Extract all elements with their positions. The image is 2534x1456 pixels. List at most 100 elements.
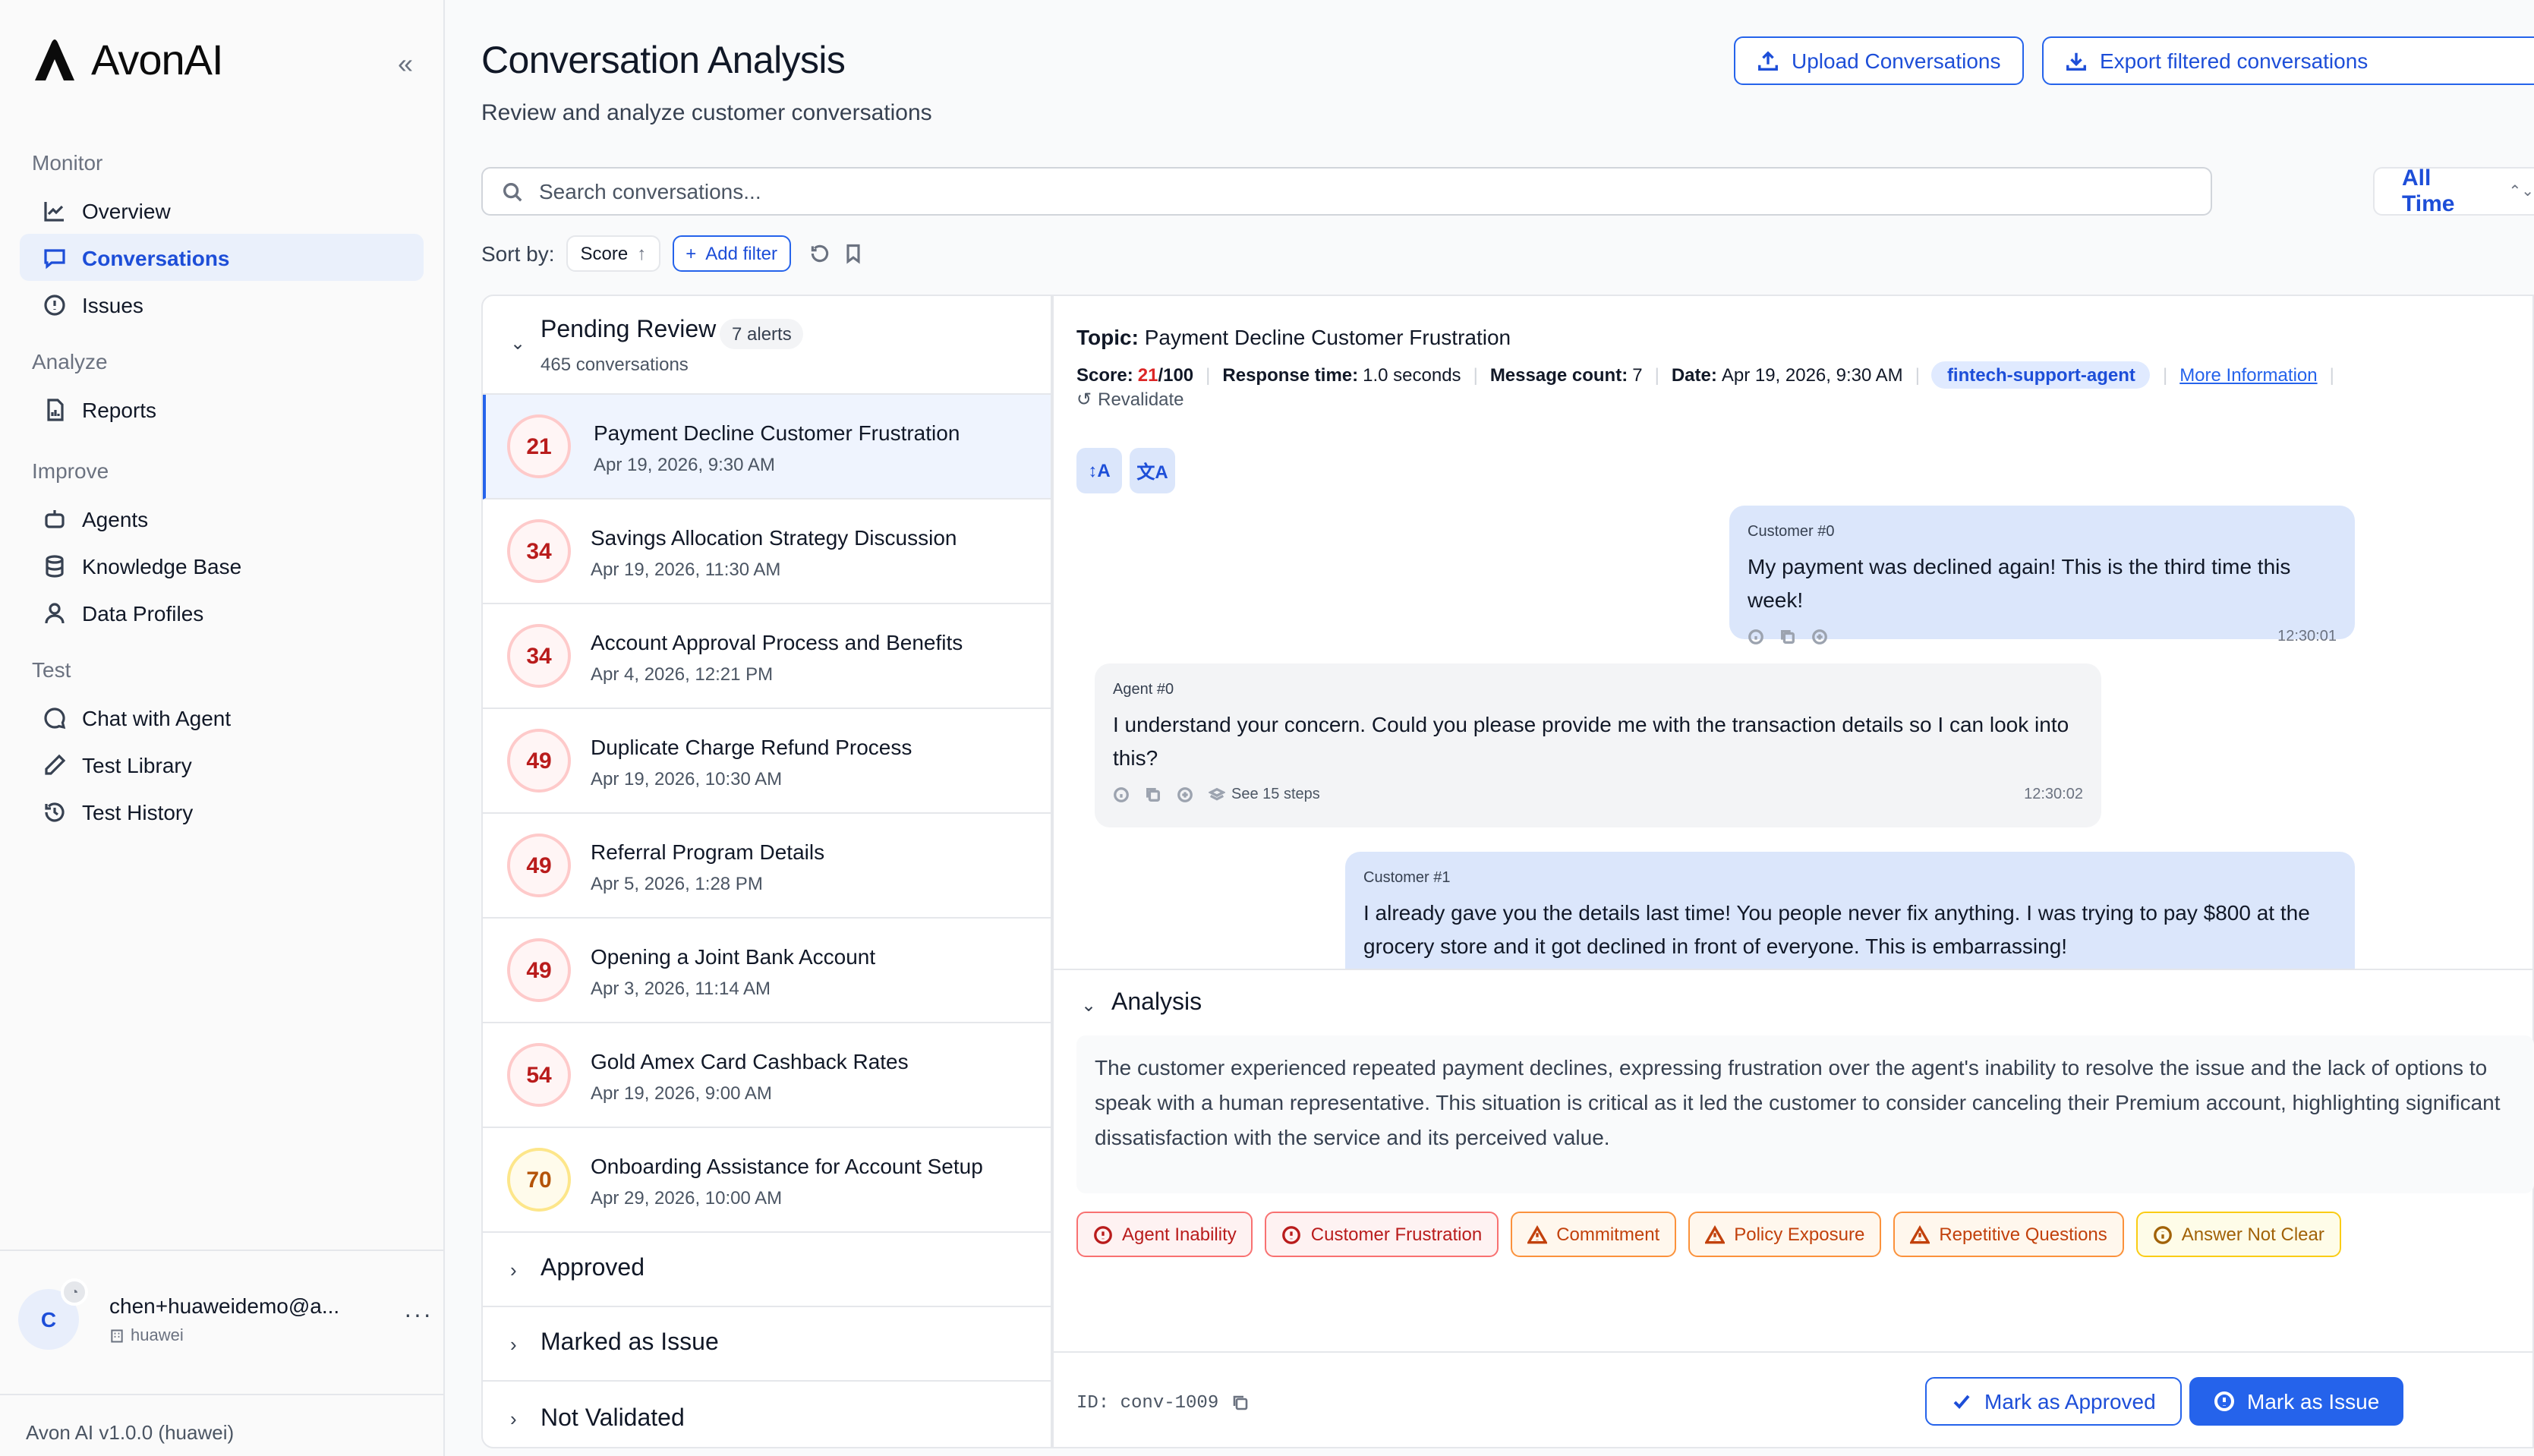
export-conversations-button[interactable]: Export filtered conversations	[2042, 36, 2534, 85]
sort-field-button[interactable]: Score ↑	[566, 235, 660, 272]
upload-icon	[1758, 50, 1778, 70]
sidebar-item-label: Conversations	[82, 245, 230, 269]
sidebar-item-issues[interactable]: Issues	[20, 281, 424, 328]
mark-approved-button[interactable]: Mark as Approved	[1925, 1377, 2182, 1426]
group-title: Approved	[541, 1256, 645, 1281]
add-circle-icon[interactable]	[1177, 786, 1193, 803]
conversation-row[interactable]: 49 Opening a Joint Bank Account Apr 3, 202…	[483, 919, 1051, 1023]
conversation-row[interactable]: 70 Onboarding Assistance for Account Setu…	[483, 1128, 1051, 1233]
sort-row: Sort by: Score ↑ + Add filter	[481, 235, 864, 272]
add-circle-icon[interactable]	[1811, 629, 1828, 645]
score-badge: 70	[507, 1148, 571, 1212]
sidebar-item-overview[interactable]: Overview	[20, 187, 424, 234]
conversation-detail: Topic: Payment Decline Customer Frustrat…	[1052, 295, 2534, 1448]
issue-tag-label: Commitment	[1556, 1224, 1660, 1245]
group-approved[interactable]: › Approved	[483, 1233, 1051, 1307]
copy-icon[interactable]	[1145, 786, 1161, 803]
sidebar-item-knowledge-base[interactable]: Knowledge Base	[20, 542, 424, 589]
sidebar-item-label: Test Library	[82, 752, 192, 777]
issue-tag-label: Policy Exposure	[1734, 1224, 1865, 1245]
sidebar-item-agents[interactable]: Agents	[20, 495, 424, 542]
issue-tag[interactable]: Repetitive Questions	[1893, 1212, 2124, 1257]
analysis-header[interactable]: ⌄ Analysis	[1054, 969, 2534, 1032]
chat-transcript: Customer #0 My payment was declined agai…	[1054, 506, 2534, 969]
user-profile[interactable]: C ◔ chen+huaweidemo@a... huawei ···	[0, 1250, 445, 1395]
page-subtitle: Review and analyze customer conversation…	[481, 100, 932, 126]
conversation-row[interactable]: 21 Payment Decline Customer Frustration Ap…	[483, 395, 1051, 500]
more-information-link[interactable]: More Information	[2179, 364, 2317, 386]
search-input[interactable]	[539, 179, 2179, 203]
brand[interactable]: AvonAI	[30, 36, 224, 85]
arrow-up-icon: ↑	[637, 243, 647, 264]
conversation-date: Apr 29, 2026, 10:00 AM	[591, 1187, 783, 1209]
upload-conversations-button[interactable]: Upload Conversations	[1734, 36, 2024, 85]
message-author: Agent #0	[1113, 682, 1174, 698]
issue-tag[interactable]: Answer Not Clear	[2135, 1212, 2341, 1257]
search-bar[interactable]	[481, 167, 2212, 216]
chat-bubble-icon	[44, 707, 66, 729]
conversation-date: Apr 4, 2026, 12:21 PM	[591, 663, 774, 685]
conversation-date: Apr 5, 2026, 1:28 PM	[591, 873, 763, 894]
conversation-row[interactable]: 34 Savings Allocation Strategy Discussion…	[483, 500, 1051, 604]
group-marked-as-issue[interactable]: › Marked as Issue	[483, 1307, 1051, 1382]
issue-tag-label: Answer Not Clear	[2181, 1224, 2324, 1245]
layers-icon	[1209, 787, 1225, 801]
bookmark-icon[interactable]	[843, 243, 864, 264]
search-icon	[503, 182, 522, 201]
sidebar-item-reports[interactable]: Reports	[20, 386, 424, 433]
see-steps-link[interactable]: See 15 steps	[1231, 786, 1320, 803]
issue-tag-label: Repetitive Questions	[1939, 1224, 2107, 1245]
time-range-select[interactable]: All Time ⌃⌄	[2373, 165, 2534, 217]
warning-triangle-icon	[1527, 1224, 1548, 1244]
warning-triangle-icon	[1705, 1224, 1726, 1244]
score-badge: 49	[507, 729, 571, 793]
sidebar-item-test-library[interactable]: Test Library	[20, 741, 424, 788]
revalidate-button[interactable]: ↺ Revalidate	[1076, 389, 1184, 410]
issue-tag[interactable]: Agent Inability	[1076, 1212, 1253, 1257]
nav-section-analyze: Analyze Reports	[0, 346, 443, 433]
conversation-row[interactable]: 34 Account Approval Process and Benefits A…	[483, 604, 1051, 709]
more-options-icon[interactable]: ···	[404, 1303, 433, 1330]
add-filter-button[interactable]: + Add filter	[672, 235, 791, 272]
sidebar-item-conversations[interactable]: Conversations	[20, 234, 424, 281]
translate-icon[interactable]: 文A	[1130, 448, 1175, 493]
messages-value: 7	[1632, 364, 1643, 386]
reset-icon[interactable]	[809, 243, 830, 264]
building-icon	[111, 1329, 123, 1343]
sort-field: Score	[580, 243, 629, 264]
sidebar-item-label: Reports	[82, 397, 157, 421]
mark-issue-button[interactable]: Mark as Issue	[2189, 1377, 2404, 1426]
conversation-title: Account Approval Process and Benefits	[591, 630, 963, 654]
group-title: Not Validated	[541, 1405, 685, 1431]
collapse-sidebar-icon[interactable]: «	[398, 49, 413, 80]
copy-icon[interactable]	[1231, 1394, 1249, 1412]
group-pending-review[interactable]: ⌄ Pending Review 7 alerts 465 conversati…	[483, 296, 1051, 395]
topic-value: Payment Decline Customer Frustration	[1144, 325, 1511, 349]
sidebar-item-chat-with-agent[interactable]: Chat with Agent	[20, 694, 424, 741]
issue-tag[interactable]: Commitment	[1511, 1212, 1677, 1257]
group-not-validated[interactable]: › Not Validated	[483, 1382, 1051, 1447]
sidebar-item-test-history[interactable]: Test History	[20, 788, 424, 835]
text-size-icon[interactable]: ↕A	[1076, 448, 1122, 493]
conversation-id: ID: conv-1009	[1076, 1392, 1249, 1413]
history-icon	[45, 802, 65, 821]
file-chart-icon	[47, 398, 64, 421]
conversation-row[interactable]: 49 Duplicate Charge Refund Process Apr 19,…	[483, 709, 1051, 814]
app-version: Avon AI v1.0.0 (huawei)	[26, 1421, 235, 1444]
info-icon[interactable]	[1113, 786, 1130, 803]
user-org: huawei	[109, 1327, 184, 1345]
chevron-right-icon: ›	[510, 1258, 517, 1281]
conversation-row[interactable]: 54 Gold Amex Card Cashback Rates Apr 19, 2…	[483, 1023, 1051, 1128]
info-icon[interactable]	[1748, 629, 1764, 645]
check-icon	[1953, 1395, 1970, 1409]
alert-circle-icon	[2214, 1391, 2234, 1411]
notification-bell-icon[interactable]: ◔	[61, 1278, 88, 1306]
score-badge: 21	[507, 414, 571, 478]
bot-icon	[45, 509, 65, 528]
issue-tag[interactable]: Customer Frustration	[1265, 1212, 1499, 1257]
conversation-row[interactable]: 49 Referral Program Details Apr 5, 2026, 1…	[483, 814, 1051, 919]
agent-tag[interactable]: fintech-support-agent	[1931, 361, 2151, 389]
copy-icon[interactable]	[1779, 629, 1796, 645]
issue-tag[interactable]: Policy Exposure	[1688, 1212, 1882, 1257]
sidebar-item-data-profiles[interactable]: Data Profiles	[20, 589, 424, 636]
